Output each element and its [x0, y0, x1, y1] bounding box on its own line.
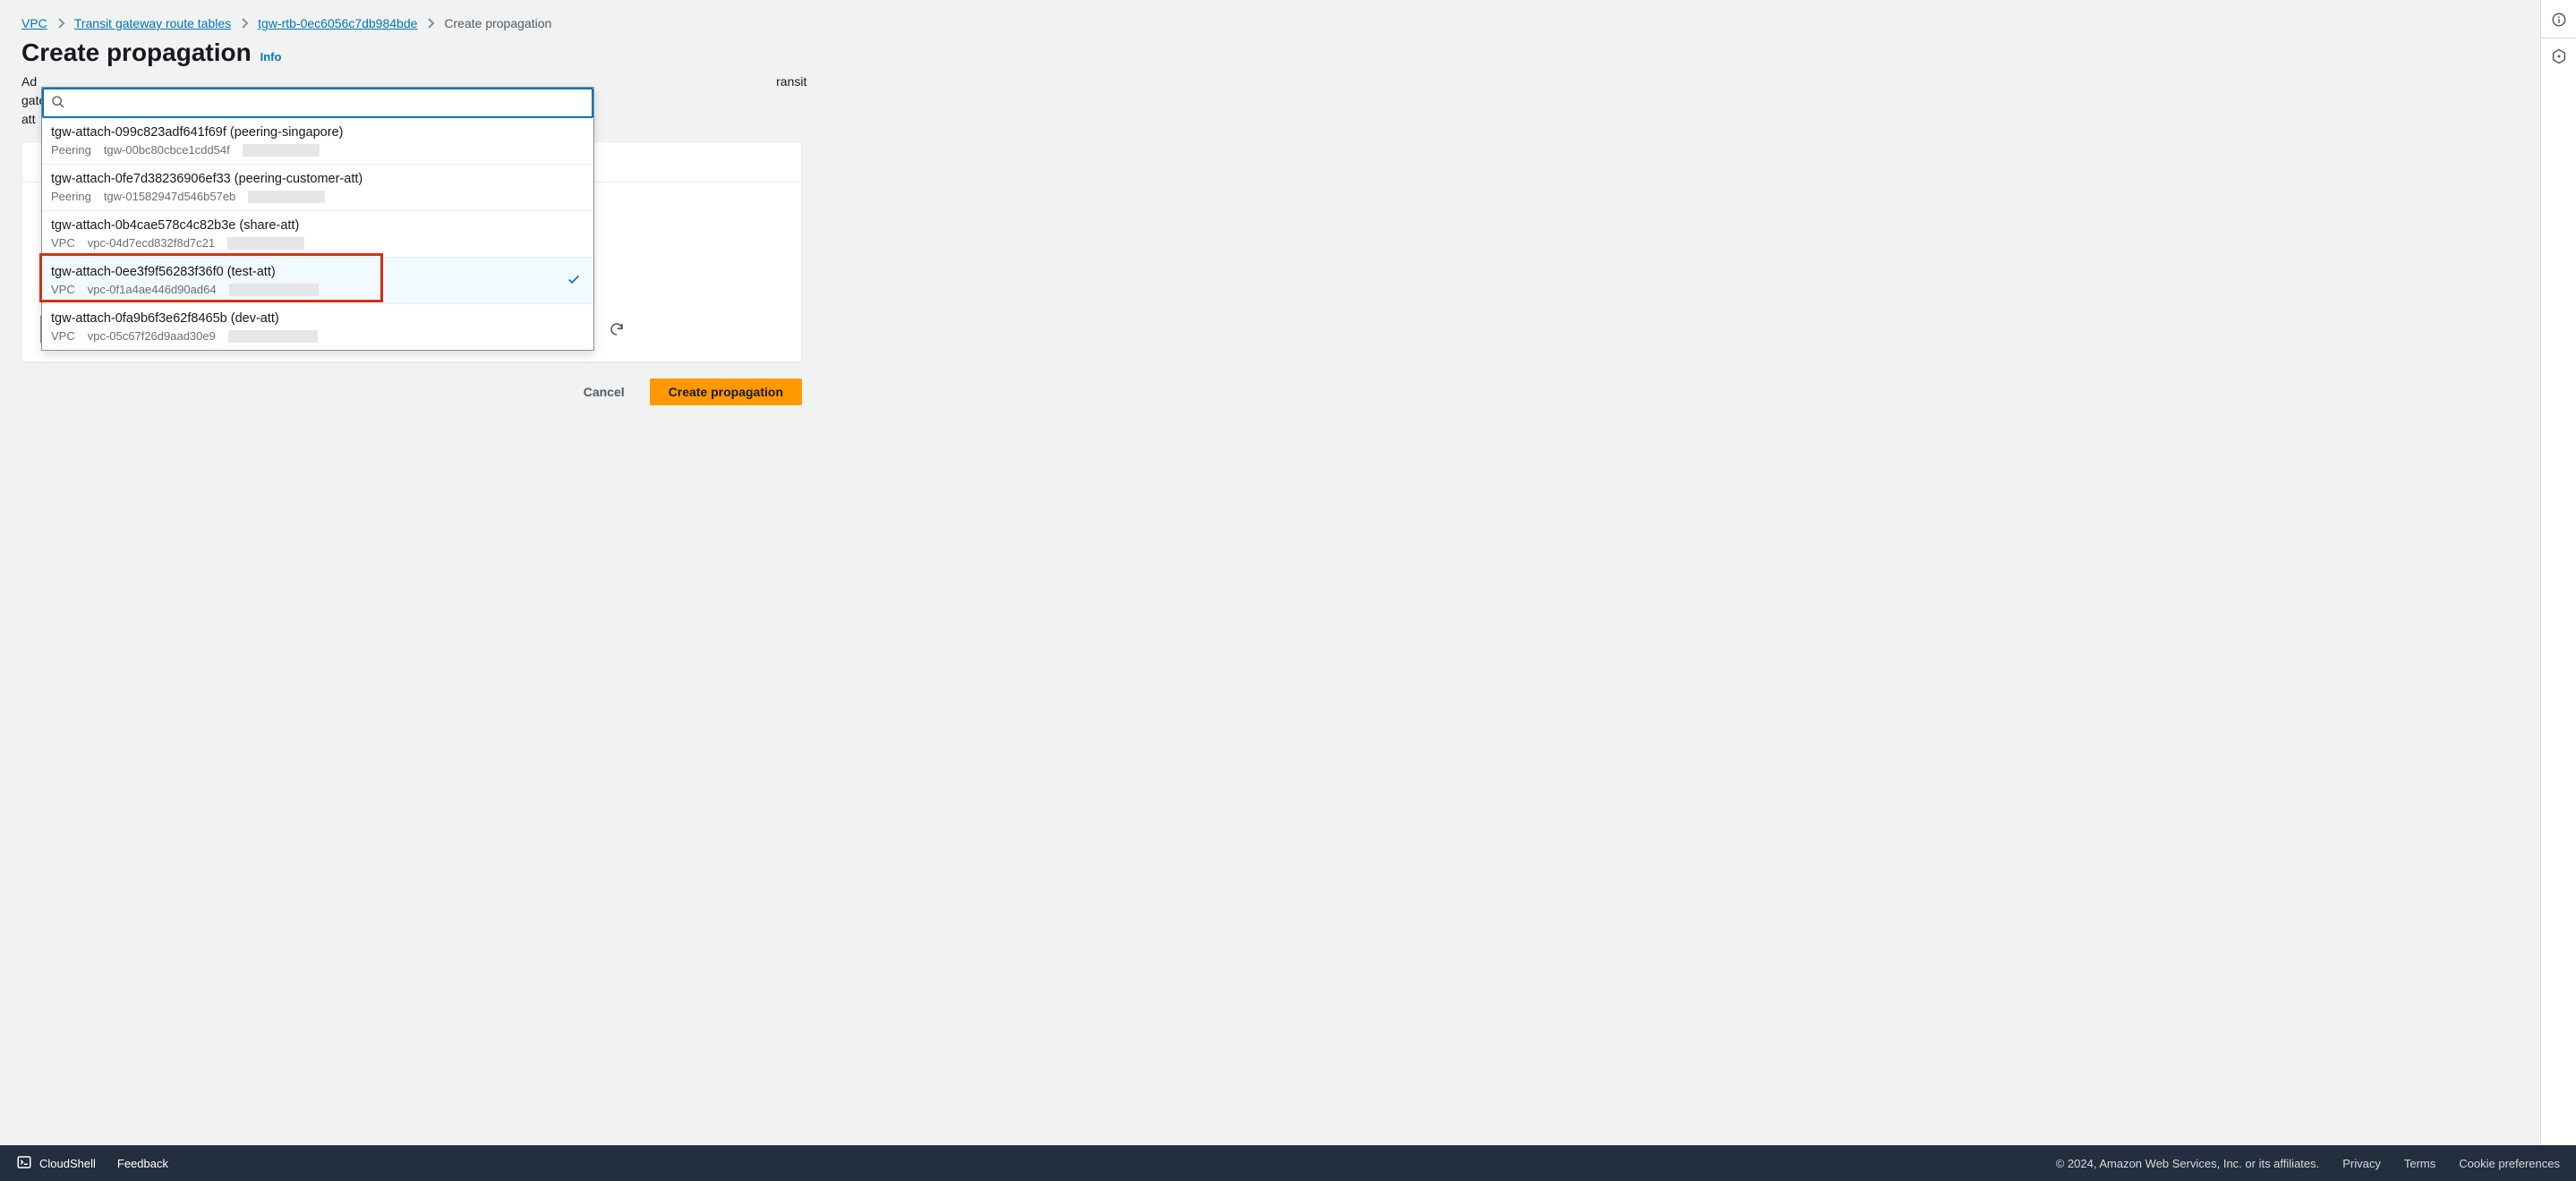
option-title: tgw-attach-0fe7d38236906ef33 (peering-cu…: [51, 172, 581, 186]
feedback-link[interactable]: Feedback: [117, 1157, 168, 1170]
create-propagation-button[interactable]: Create propagation: [650, 378, 802, 405]
description-line2-prefix: att: [21, 112, 36, 126]
footer-right: © 2024, Amazon Web Services, Inc. or its…: [2056, 1157, 2560, 1170]
option-type: Peering: [51, 143, 91, 157]
copyright-text: © 2024, Amazon Web Services, Inc. or its…: [2056, 1157, 2320, 1170]
terms-link[interactable]: Terms: [2404, 1157, 2435, 1170]
option-redacted: [227, 237, 304, 250]
breadcrumb-vpc[interactable]: VPC: [21, 16, 47, 30]
page-body: VPC Transit gateway route tables tgw-rtb…: [0, 0, 2576, 1145]
option-redacted: [228, 330, 318, 343]
option-meta: VPC vpc-05c67f26d9aad30e9: [51, 329, 581, 343]
info-link[interactable]: Info: [260, 50, 282, 64]
privacy-link[interactable]: Privacy: [2342, 1157, 2381, 1170]
cookie-preferences-link[interactable]: Cookie preferences: [2459, 1157, 2560, 1170]
page-title: Create propagation: [21, 39, 252, 67]
cloudshell-button[interactable]: CloudShell: [16, 1154, 96, 1173]
hexagon-icon[interactable]: [2545, 42, 2573, 71]
option-redacted: [248, 191, 325, 203]
option-resource: vpc-05c67f26d9aad30e9: [88, 329, 216, 343]
option-resource: vpc-04d7ecd832f8d7c21: [88, 236, 215, 250]
refresh-button[interactable]: [608, 320, 626, 338]
title-row: Create propagation Info: [21, 39, 1346, 67]
option-meta: VPC vpc-0f1a4ae446d90ad64: [51, 283, 581, 296]
option-type: VPC: [51, 329, 75, 343]
option-type: Peering: [51, 190, 91, 203]
dropdown-search[interactable]: [42, 88, 593, 118]
option-type: VPC: [51, 236, 75, 250]
option-redacted: [229, 284, 319, 296]
dropdown-option[interactable]: tgw-attach-099c823adf641f69f (peering-si…: [42, 118, 593, 164]
dropdown-option[interactable]: tgw-attach-0fa9b6f3e62f8465b (dev-att) V…: [42, 303, 593, 350]
option-meta: VPC vpc-04d7ecd832f8d7c21: [51, 236, 581, 250]
app-footer: CloudShell Feedback © 2024, Amazon Web S…: [0, 1145, 2576, 1181]
attachment-dropdown: tgw-attach-099c823adf641f69f (peering-si…: [41, 87, 594, 351]
chevron-right-icon: [426, 18, 435, 29]
cancel-button[interactable]: Cancel: [576, 379, 632, 404]
description-line1-prefix: Ad: [21, 74, 37, 89]
dropdown-search-input[interactable]: [73, 89, 584, 116]
search-icon: [51, 95, 65, 112]
option-title: tgw-attach-0fa9b6f3e62f8465b (dev-att): [51, 311, 581, 326]
dropdown-list: tgw-attach-099c823adf641f69f (peering-si…: [42, 118, 593, 350]
dropdown-option[interactable]: tgw-attach-0b4cae578c4c82b3e (share-att)…: [42, 210, 593, 257]
breadcrumb-current: Create propagation: [444, 16, 551, 30]
check-icon: [567, 272, 581, 289]
info-icon[interactable]: [2545, 5, 2573, 34]
option-meta: Peering tgw-01582947d546b57eb: [51, 190, 581, 203]
option-resource: tgw-00bc80cbce1cdd54f: [104, 143, 230, 157]
breadcrumb: VPC Transit gateway route tables tgw-rtb…: [21, 16, 1346, 30]
cloudshell-icon: [16, 1154, 32, 1173]
breadcrumb-rtb[interactable]: tgw-rtb-0ec6056c7db984bde: [258, 16, 417, 30]
option-redacted: [243, 144, 320, 157]
right-rail: [2540, 0, 2576, 1145]
form-actions: Cancel Create propagation: [21, 378, 802, 405]
option-type: VPC: [51, 283, 75, 296]
dropdown-option-selected[interactable]: tgw-attach-0ee3f9f56283f36f0 (test-att) …: [42, 257, 593, 303]
dropdown-option[interactable]: tgw-attach-0fe7d38236906ef33 (peering-cu…: [42, 164, 593, 210]
option-resource: tgw-01582947d546b57eb: [104, 190, 235, 203]
chevron-right-icon: [56, 18, 65, 29]
option-meta: Peering tgw-00bc80cbce1cdd54f: [51, 143, 581, 157]
option-resource: vpc-0f1a4ae446d90ad64: [88, 283, 217, 296]
footer-left: CloudShell Feedback: [16, 1154, 168, 1173]
option-title: tgw-attach-0ee3f9f56283f36f0 (test-att): [51, 265, 581, 279]
breadcrumb-tgrt[interactable]: Transit gateway route tables: [74, 16, 231, 30]
chevron-right-icon: [240, 18, 249, 29]
cloudshell-label: CloudShell: [39, 1157, 96, 1170]
option-title: tgw-attach-0b4cae578c4c82b3e (share-att): [51, 218, 581, 233]
option-title: tgw-attach-099c823adf641f69f (peering-si…: [51, 125, 581, 140]
